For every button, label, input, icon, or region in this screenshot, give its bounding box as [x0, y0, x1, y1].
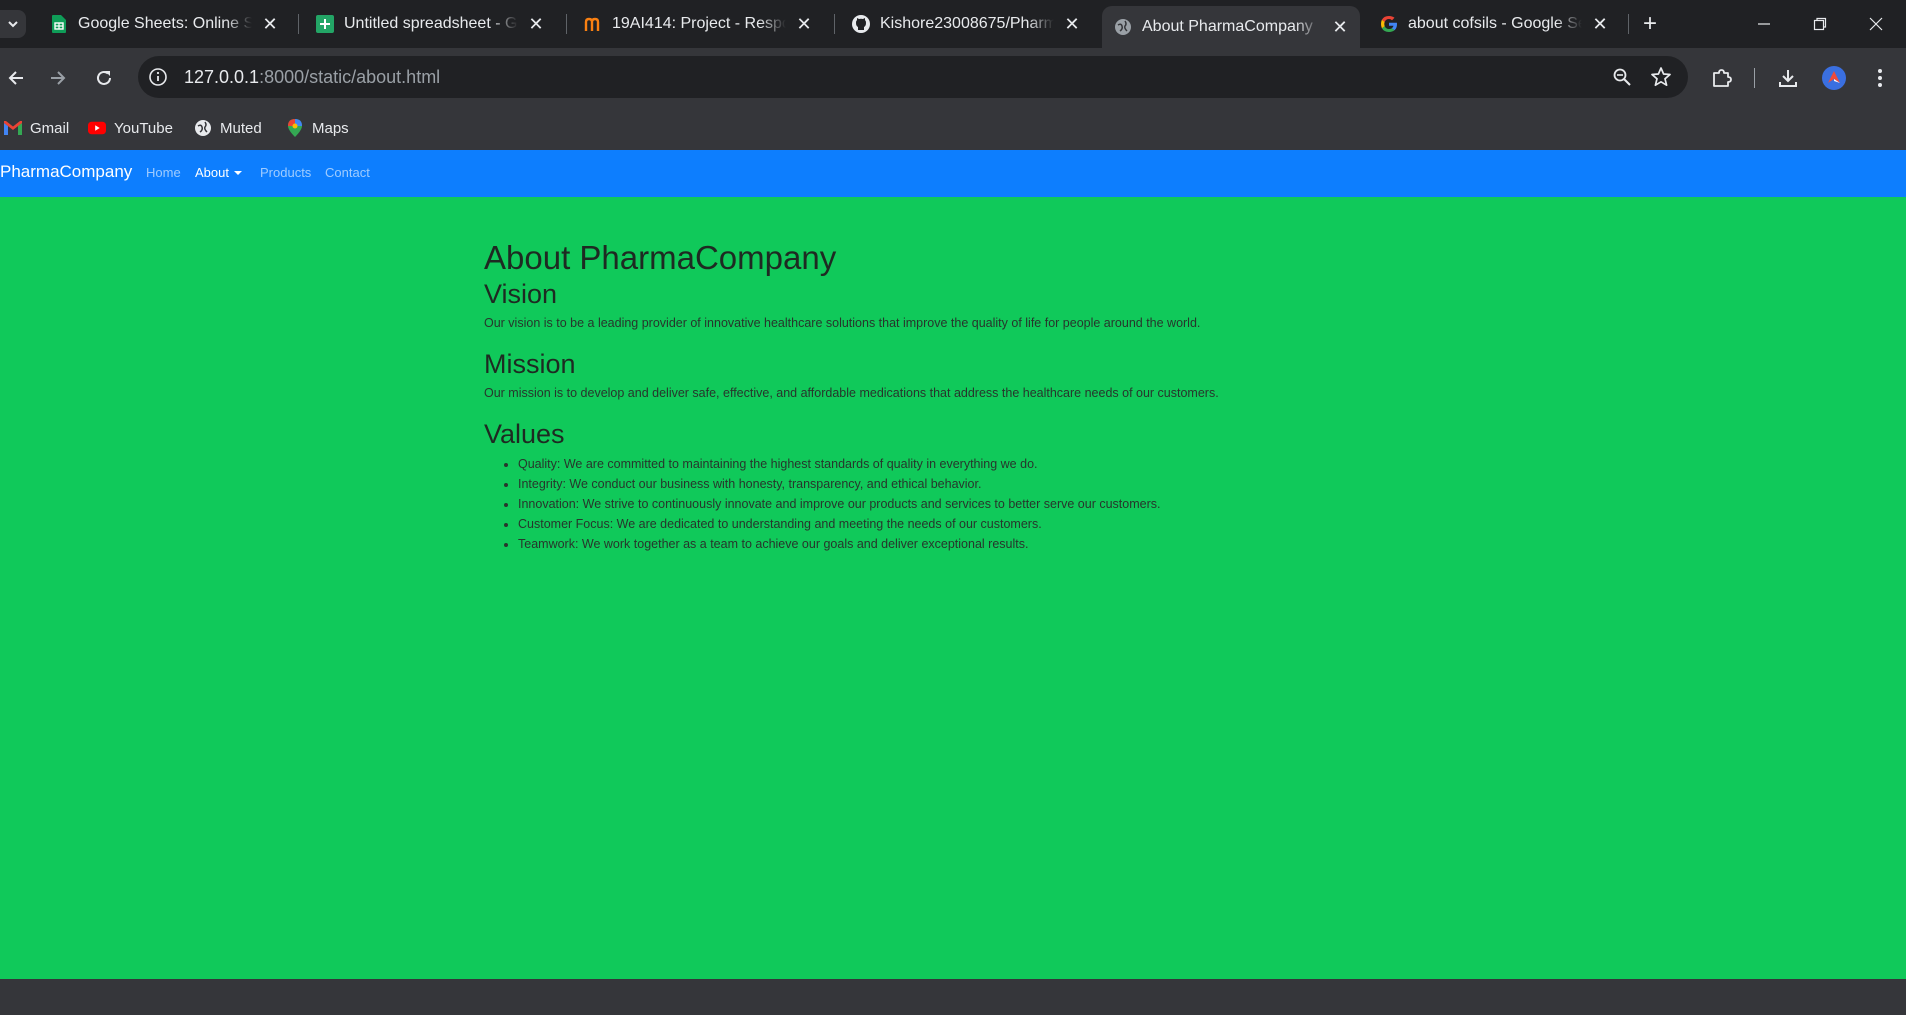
arrow-right-icon: [51, 71, 66, 85]
nav-about-dropdown[interactable]: About: [195, 165, 242, 180]
tab-title: 19AI414: Project - Response: [612, 15, 786, 32]
nav-about-label: About: [195, 165, 229, 180]
bookmark-youtube[interactable]: YouTube: [88, 116, 173, 140]
minimize-icon: [1758, 23, 1770, 25]
tab-about-pharmacompany[interactable]: About PharmaCompany ✕: [1102, 6, 1360, 48]
close-icon: [1869, 17, 1883, 31]
taskbar-area: [0, 979, 1906, 1015]
bookmark-label: YouTube: [114, 119, 173, 137]
tab-untitled-spreadsheet[interactable]: Untitled spreadsheet - Google Sheets ✕: [304, 6, 556, 42]
extensions-button[interactable]: [1706, 62, 1738, 94]
bookmark-label: Gmail: [30, 119, 70, 137]
nav-products[interactable]: Products: [260, 165, 311, 180]
restore-icon: [1813, 17, 1827, 31]
maps-icon: [286, 119, 304, 137]
close-icon[interactable]: ✕: [1590, 14, 1610, 34]
page-title: About PharmaCompany: [484, 239, 837, 276]
reload-button[interactable]: [88, 62, 120, 94]
tab-divider: [566, 14, 567, 34]
new-tab-button[interactable]: +: [1636, 10, 1664, 38]
close-icon[interactable]: ✕: [1330, 17, 1350, 37]
values-list: Quality: We are committed to maintaining…: [484, 454, 1384, 554]
restore-button[interactable]: [1792, 0, 1848, 48]
toolbar-divider: [1754, 68, 1755, 88]
address-bar[interactable]: 127.0.0.1:8000/static/about.html: [138, 56, 1688, 98]
values-heading: Values: [484, 419, 565, 449]
bookmark-maps[interactable]: Maps: [286, 116, 349, 140]
bookmark-star-icon[interactable]: [1650, 66, 1672, 88]
tab-github-pharma[interactable]: Kishore23008675/Pharma ✕: [840, 6, 1092, 42]
navbar-brand[interactable]: PharmaCompany: [0, 162, 132, 182]
tab-title: about cofsils - Google Search: [1408, 15, 1582, 32]
youtube-icon: [88, 119, 106, 137]
caret-down-icon: [233, 171, 242, 175]
moodle-icon: [584, 15, 602, 33]
site-navbar: PharmaCompany Home About Products Contac…: [0, 150, 1906, 197]
zoom-icon[interactable]: [1612, 67, 1632, 87]
chevron-down-icon: [8, 21, 18, 28]
gmail-icon: [4, 119, 22, 137]
tab-title: About PharmaCompany: [1142, 18, 1313, 35]
list-item: Teamwork: We work together as a team to …: [518, 534, 1384, 554]
arrow-left-icon: [8, 71, 23, 85]
sheets-doc-icon: [316, 15, 334, 33]
downloads-button[interactable]: [1772, 62, 1804, 94]
tab-title: Kishore23008675/Pharma: [880, 15, 1054, 32]
tab-divider: [298, 14, 299, 34]
list-item: Quality: We are committed to maintaining…: [518, 454, 1384, 474]
tab-title: Untitled spreadsheet - Google Sheets: [344, 15, 518, 32]
bookmark-label: Muted: [220, 119, 262, 137]
tab-search-button[interactable]: [0, 10, 26, 38]
puzzle-icon: [1713, 69, 1732, 87]
tab-project-response[interactable]: 19AI414: Project - Response ✕: [572, 6, 824, 42]
minimize-button[interactable]: [1736, 0, 1792, 48]
tab-google-search[interactable]: about cofsils - Google Search ✕: [1368, 6, 1620, 42]
close-window-button[interactable]: [1848, 0, 1904, 48]
vision-text: Our vision is to be a leading provider o…: [484, 316, 1201, 330]
browser-menu-button[interactable]: [1864, 62, 1896, 94]
google-sheets-icon: [50, 15, 68, 33]
mission-heading: Mission: [484, 349, 576, 379]
list-item: Integrity: We conduct our business with …: [518, 474, 1384, 494]
download-icon: [1779, 70, 1797, 87]
nav-contact[interactable]: Contact: [325, 165, 370, 180]
browser-toolbar: 127.0.0.1:8000/static/about.html: [0, 48, 1906, 108]
tab-google-sheets[interactable]: Google Sheets: Online Spreadsheet ✕: [38, 6, 290, 42]
vision-heading: Vision: [484, 279, 558, 309]
tab-divider: [1628, 14, 1629, 34]
globe-icon: [1114, 18, 1132, 36]
bookmark-label: Maps: [312, 119, 349, 137]
close-icon[interactable]: ✕: [1062, 14, 1082, 34]
close-icon[interactable]: ✕: [526, 14, 546, 34]
close-icon[interactable]: ✕: [260, 14, 280, 34]
about-content: About PharmaCompany Vision Our vision is…: [484, 238, 1384, 554]
forward-button[interactable]: [42, 62, 74, 94]
url-host: 127.0.0.1: [184, 67, 260, 87]
bookmark-gmail[interactable]: Gmail: [4, 116, 69, 140]
mission-text: Our mission is to develop and deliver sa…: [484, 386, 1219, 400]
tab-divider: [834, 14, 835, 34]
more-vertical-icon: [1878, 69, 1882, 87]
nav-home[interactable]: Home: [146, 165, 181, 180]
list-item: Customer Focus: We are dedicated to unde…: [518, 514, 1384, 534]
url-text[interactable]: 127.0.0.1:8000/static/about.html: [184, 67, 440, 88]
avatar-icon: [1822, 66, 1846, 90]
github-icon: [852, 15, 870, 33]
tab-title: Google Sheets: Online Spreadsheet: [78, 15, 252, 32]
profile-avatar[interactable]: [1818, 62, 1850, 94]
reload-icon: [97, 70, 111, 85]
url-path: :8000/static/about.html: [259, 67, 441, 87]
close-icon[interactable]: ✕: [794, 14, 814, 34]
back-button[interactable]: [0, 62, 32, 94]
bookmark-muted[interactable]: Muted: [194, 116, 262, 140]
google-icon: [1380, 15, 1398, 33]
bookmarks-bar: Gmail YouTube Muted Maps: [0, 108, 1906, 148]
site-info-icon[interactable]: [148, 67, 168, 87]
tab-strip: Google Sheets: Online Spreadsheet ✕ Unti…: [0, 0, 1906, 48]
list-item: Innovation: We strive to continuously in…: [518, 494, 1384, 514]
globe-icon: [194, 119, 212, 137]
web-page: PharmaCompany Home About Products Contac…: [0, 150, 1906, 979]
